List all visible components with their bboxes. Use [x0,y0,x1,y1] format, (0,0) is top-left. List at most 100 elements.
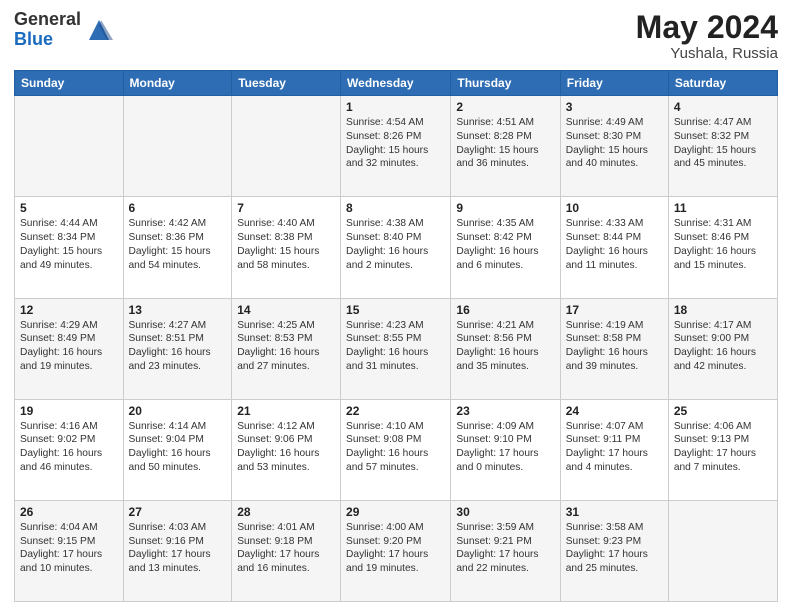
header: General Blue May 2024 Yushala, Russia [14,10,778,62]
day-info: Sunrise: 4:25 AM Sunset: 8:53 PM Dayligh… [237,320,319,372]
day-cell: 31 Sunrise: 3:58 AM Sunset: 9:23 PM Dayli… [560,500,668,601]
weekday-header-sunday: Sunday [15,71,124,96]
week-row-3: 12 Sunrise: 4:29 AM Sunset: 8:49 PM Dayli… [15,298,778,399]
day-number: 19 [20,404,118,418]
day-info: Sunrise: 4:16 AM Sunset: 9:02 PM Dayligh… [20,421,102,473]
day-info: Sunrise: 4:44 AM Sunset: 8:34 PM Dayligh… [20,218,102,270]
day-info: Sunrise: 4:21 AM Sunset: 8:56 PM Dayligh… [456,320,538,372]
day-number: 20 [129,404,227,418]
day-cell: 26 Sunrise: 4:04 AM Sunset: 9:15 PM Dayli… [15,500,124,601]
day-number: 4 [674,100,772,114]
month-year: May 2024 [636,10,778,45]
weekday-header-saturday: Saturday [668,71,777,96]
day-info: Sunrise: 4:29 AM Sunset: 8:49 PM Dayligh… [20,320,102,372]
day-cell: 25 Sunrise: 4:06 AM Sunset: 9:13 PM Dayli… [668,399,777,500]
day-cell: 9Sunrise: 4:35 AM Sunset: 8:42 PM Daylig… [451,197,560,298]
week-row-2: 5 Sunrise: 4:44 AM Sunset: 8:34 PM Daylig… [15,197,778,298]
day-info: Sunrise: 4:17 AM Sunset: 9:00 PM Dayligh… [674,320,756,372]
week-row-5: 26 Sunrise: 4:04 AM Sunset: 9:15 PM Dayli… [15,500,778,601]
logo-blue: Blue [14,30,81,50]
day-cell: 30 Sunrise: 3:59 AM Sunset: 9:21 PM Dayli… [451,500,560,601]
day-info: Sunrise: 4:49 AM Sunset: 8:30 PM Dayligh… [566,117,648,169]
day-cell: 24 Sunrise: 4:07 AM Sunset: 9:11 PM Dayli… [560,399,668,500]
logo-general: General [14,10,81,30]
day-cell: 20Sunrise: 4:14 AM Sunset: 9:04 PM Dayli… [123,399,232,500]
calendar-body: 1Sunrise: 4:54 AM Sunset: 8:26 PM Daylig… [15,96,778,602]
day-cell: 18 Sunrise: 4:17 AM Sunset: 9:00 PM Dayli… [668,298,777,399]
day-info: Sunrise: 3:58 AM Sunset: 9:23 PM Dayligh… [566,522,648,574]
day-info: Sunrise: 4:01 AM Sunset: 9:18 PM Dayligh… [237,522,319,574]
logo: General Blue [14,10,113,50]
day-cell: 15 Sunrise: 4:23 AM Sunset: 8:55 PM Dayli… [341,298,451,399]
day-number: 18 [674,303,772,317]
day-cell: 27 Sunrise: 4:03 AM Sunset: 9:16 PM Dayli… [123,500,232,601]
day-info: Sunrise: 4:19 AM Sunset: 8:58 PM Dayligh… [566,320,648,372]
day-number: 10 [566,201,663,215]
day-number: 28 [237,505,335,519]
day-number: 2 [456,100,554,114]
day-cell: 12 Sunrise: 4:29 AM Sunset: 8:49 PM Dayli… [15,298,124,399]
day-number: 8 [346,201,445,215]
day-info: Sunrise: 4:38 AM Sunset: 8:40 PM Dayligh… [346,218,428,270]
day-cell: 17 Sunrise: 4:19 AM Sunset: 8:58 PM Dayli… [560,298,668,399]
day-number: 11 [674,201,772,215]
day-info: Sunrise: 4:04 AM Sunset: 9:15 PM Dayligh… [20,522,102,574]
day-number: 17 [566,303,663,317]
day-number: 31 [566,505,663,519]
day-cell: 28 Sunrise: 4:01 AM Sunset: 9:18 PM Dayli… [232,500,341,601]
day-cell: 29 Sunrise: 4:00 AM Sunset: 9:20 PM Dayli… [341,500,451,601]
day-info: Sunrise: 4:07 AM Sunset: 9:11 PM Dayligh… [566,421,648,473]
day-info: Sunrise: 4:00 AM Sunset: 9:20 PM Dayligh… [346,522,428,574]
day-number: 9 [456,201,554,215]
day-number: 12 [20,303,118,317]
day-number: 26 [20,505,118,519]
day-number: 6 [129,201,227,215]
day-cell: 7 Sunrise: 4:40 AM Sunset: 8:38 PM Daylig… [232,197,341,298]
day-cell: 10 Sunrise: 4:33 AM Sunset: 8:44 PM Dayli… [560,197,668,298]
day-number: 15 [346,303,445,317]
day-info: Sunrise: 4:06 AM Sunset: 9:13 PM Dayligh… [674,421,756,473]
day-cell: 11 Sunrise: 4:31 AM Sunset: 8:46 PM Dayli… [668,197,777,298]
day-info: Sunrise: 4:03 AM Sunset: 9:16 PM Dayligh… [129,522,211,574]
day-info: Sunrise: 3:59 AM Sunset: 9:21 PM Dayligh… [456,522,538,574]
day-info: Sunrise: 4:09 AM Sunset: 9:10 PM Dayligh… [456,421,538,473]
calendar-table: SundayMondayTuesdayWednesdayThursdayFrid… [14,70,778,602]
day-info: Sunrise: 4:40 AM Sunset: 8:38 PM Dayligh… [237,218,319,270]
day-cell [668,500,777,601]
day-cell: 5 Sunrise: 4:44 AM Sunset: 8:34 PM Daylig… [15,197,124,298]
day-number: 24 [566,404,663,418]
day-cell [232,96,341,197]
day-cell: 21Sunrise: 4:12 AM Sunset: 9:06 PM Dayli… [232,399,341,500]
weekday-header-row: SundayMondayTuesdayWednesdayThursdayFrid… [15,71,778,96]
day-number: 29 [346,505,445,519]
day-info: Sunrise: 4:47 AM Sunset: 8:32 PM Dayligh… [674,117,756,169]
day-info: Sunrise: 4:31 AM Sunset: 8:46 PM Dayligh… [674,218,756,270]
day-cell: 16Sunrise: 4:21 AM Sunset: 8:56 PM Dayli… [451,298,560,399]
day-number: 1 [346,100,445,114]
day-number: 13 [129,303,227,317]
day-number: 7 [237,201,335,215]
day-cell: 3 Sunrise: 4:49 AM Sunset: 8:30 PM Daylig… [560,96,668,197]
logo-text: General Blue [14,10,81,50]
weekday-header-thursday: Thursday [451,71,560,96]
day-number: 5 [20,201,118,215]
day-info: Sunrise: 4:33 AM Sunset: 8:44 PM Dayligh… [566,218,648,270]
weekday-header-monday: Monday [123,71,232,96]
week-row-4: 19 Sunrise: 4:16 AM Sunset: 9:02 PM Dayli… [15,399,778,500]
day-info: Sunrise: 4:10 AM Sunset: 9:08 PM Dayligh… [346,421,428,473]
day-info: Sunrise: 4:23 AM Sunset: 8:55 PM Dayligh… [346,320,428,372]
day-cell: 22Sunrise: 4:10 AM Sunset: 9:08 PM Dayli… [341,399,451,500]
day-number: 25 [674,404,772,418]
day-cell: 6Sunrise: 4:42 AM Sunset: 8:36 PM Daylig… [123,197,232,298]
day-cell: 4 Sunrise: 4:47 AM Sunset: 8:32 PM Daylig… [668,96,777,197]
day-number: 3 [566,100,663,114]
day-number: 27 [129,505,227,519]
day-number: 30 [456,505,554,519]
weekday-header-wednesday: Wednesday [341,71,451,96]
location: Yushala, Russia [636,45,778,62]
page: General Blue May 2024 Yushala, Russia Su… [0,0,792,612]
day-cell: 19 Sunrise: 4:16 AM Sunset: 9:02 PM Dayli… [15,399,124,500]
day-cell: 2Sunrise: 4:51 AM Sunset: 8:28 PM Daylig… [451,96,560,197]
title-block: May 2024 Yushala, Russia [636,10,778,62]
week-row-1: 1Sunrise: 4:54 AM Sunset: 8:26 PM Daylig… [15,96,778,197]
